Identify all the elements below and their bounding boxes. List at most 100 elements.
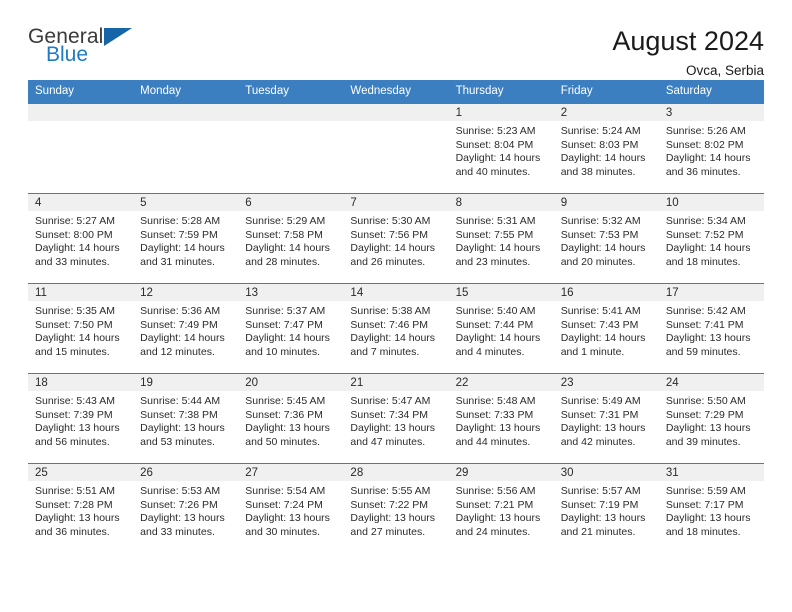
day-cell-inner: 27 Sunrise: 5:54 AM Sunset: 7:24 PM Dayligh…: [238, 464, 344, 554]
calendar-day-cell[interactable]: 25 Sunrise: 5:51 AM Sunset: 7:28 PM Dayligh…: [28, 463, 134, 554]
day-cell-details: Sunrise: 5:36 AM Sunset: 7:49 PM Daylight:…: [133, 301, 238, 359]
calendar-day-cell[interactable]: 24 Sunrise: 5:50 AM Sunset: 7:29 PM Dayligh…: [658, 373, 764, 464]
calendar-day-cell[interactable]: 2 Sunrise: 5:24 AM Sunset: 8:03 PM Daylight…: [553, 103, 659, 194]
day-number: 19: [133, 374, 239, 391]
day-cell-inner: 2 Sunrise: 5:24 AM Sunset: 8:03 PM Daylight…: [553, 104, 659, 193]
calendar-day-cell[interactable]: 27 Sunrise: 5:54 AM Sunset: 7:24 PM Dayligh…: [238, 463, 344, 554]
day-cell-details: Sunrise: 5:57 AM Sunset: 7:19 PM Daylight:…: [554, 481, 659, 539]
sunset-text: Sunset: 7:26 PM: [140, 498, 218, 511]
calendar-day-cell[interactable]: 28 Sunrise: 5:55 AM Sunset: 7:22 PM Dayligh…: [343, 463, 449, 554]
calendar-day-cell[interactable]: 17 Sunrise: 5:42 AM Sunset: 7:41 PM Dayligh…: [658, 283, 764, 374]
daylight-text: Daylight: 13 hours and 47 minutes.: [350, 422, 436, 448]
calendar-week-row: 1 Sunrise: 5:23 AM Sunset: 8:04 PM Daylight…: [28, 103, 764, 194]
calendar-day-cell[interactable]: 5 Sunrise: 5:28 AM Sunset: 7:59 PM Daylight…: [133, 193, 239, 284]
calendar-page: General Blue August 2024 Ovca, Serbia Su…: [0, 0, 792, 612]
day-cell-details: Sunrise: 5:45 AM Sunset: 7:36 PM Daylight:…: [238, 391, 343, 449]
day-number: 2: [553, 104, 659, 121]
day-cell-details: Sunrise: 5:26 AM Sunset: 8:02 PM Daylight:…: [659, 121, 764, 179]
day-cell-inner: 9 Sunrise: 5:32 AM Sunset: 7:53 PM Daylight…: [553, 194, 659, 283]
sunrise-text: Sunrise: 5:23 AM: [455, 125, 536, 137]
day-number: 31: [658, 464, 764, 481]
calendar-day-cell[interactable]: 29 Sunrise: 5:56 AM Sunset: 7:21 PM Dayligh…: [448, 463, 554, 554]
day-cell-details: Sunrise: 5:24 AM Sunset: 8:03 PM Daylight:…: [554, 121, 659, 179]
sunset-text: Sunset: 7:59 PM: [140, 228, 218, 241]
daylight-text: Daylight: 13 hours and 39 minutes.: [665, 422, 751, 448]
calendar-day-cell[interactable]: 18 Sunrise: 5:43 AM Sunset: 7:39 PM Dayligh…: [28, 373, 134, 464]
calendar-day-cell[interactable]: 4 Sunrise: 5:27 AM Sunset: 8:00 PM Daylight…: [28, 193, 134, 284]
day-cell-inner: 8 Sunrise: 5:31 AM Sunset: 7:55 PM Daylight…: [448, 194, 554, 283]
calendar-day-cell[interactable]: 21 Sunrise: 5:47 AM Sunset: 7:34 PM Dayligh…: [343, 373, 449, 464]
day-number: 29: [448, 464, 554, 481]
calendar-day-cell[interactable]: 9 Sunrise: 5:32 AM Sunset: 7:53 PM Daylight…: [553, 193, 659, 284]
sunrise-text: Sunrise: 5:26 AM: [665, 125, 746, 137]
calendar-day-cell[interactable]: 16 Sunrise: 5:41 AM Sunset: 7:43 PM Dayligh…: [553, 283, 659, 374]
sunset-text: Sunset: 7:43 PM: [560, 318, 639, 331]
daylight-text: Daylight: 13 hours and 33 minutes.: [140, 512, 225, 538]
calendar-day-cell[interactable]: 12 Sunrise: 5:36 AM Sunset: 7:49 PM Dayligh…: [133, 283, 239, 374]
calendar-day-cell[interactable]: 31 Sunrise: 5:59 AM Sunset: 7:17 PM Dayligh…: [658, 463, 764, 554]
day-cell-inner: 15 Sunrise: 5:40 AM Sunset: 7:44 PM Dayligh…: [448, 284, 554, 373]
sunset-text: Sunset: 8:02 PM: [665, 138, 744, 151]
day-number: 20: [238, 374, 344, 391]
day-cell-inner: 14 Sunrise: 5:38 AM Sunset: 7:46 PM Dayligh…: [343, 284, 449, 373]
sunrise-sunset-calendar: Sunday Monday Tuesday Wednesday Thursday Frid…: [28, 80, 764, 554]
day-cell-details: Sunrise: 5:53 AM Sunset: 7:26 PM Daylight:…: [133, 481, 238, 539]
day-number: 7: [343, 194, 449, 211]
calendar-day-cell[interactable]: 13 Sunrise: 5:37 AM Sunset: 7:47 PM Dayligh…: [238, 283, 344, 374]
day-cell-details: Sunrise: 5:54 AM Sunset: 7:24 PM Daylight:…: [238, 481, 343, 539]
calendar-day-cell[interactable]: 6 Sunrise: 5:29 AM Sunset: 7:58 PM Daylight…: [238, 193, 344, 284]
day-cell-details: Sunrise: 5:51 AM Sunset: 7:28 PM Daylight:…: [28, 481, 133, 539]
sunrise-text: Sunrise: 5:53 AM: [140, 485, 221, 497]
calendar-day-cell[interactable]: 1 Sunrise: 5:23 AM Sunset: 8:04 PM Daylight…: [448, 103, 554, 194]
calendar-day-cell[interactable]: 22 Sunrise: 5:48 AM Sunset: 7:33 PM Dayligh…: [448, 373, 554, 464]
daylight-text: Daylight: 14 hours and 38 minutes.: [560, 152, 646, 178]
calendar-day-cell[interactable]: 14 Sunrise: 5:38 AM Sunset: 7:46 PM Dayligh…: [343, 283, 449, 374]
day-cell-details: Sunrise: 5:59 AM Sunset: 7:17 PM Daylight:…: [659, 481, 764, 539]
day-cell-inner: [133, 104, 239, 193]
calendar-day-cell[interactable]: 23 Sunrise: 5:49 AM Sunset: 7:31 PM Dayligh…: [553, 373, 659, 464]
day-number: 5: [133, 194, 239, 211]
day-number: 30: [553, 464, 659, 481]
day-cell-details: Sunrise: 5:50 AM Sunset: 7:29 PM Daylight:…: [659, 391, 764, 449]
title-block: August 2024 Ovca, Serbia: [612, 26, 764, 79]
brand-logo[interactable]: General Blue: [28, 26, 148, 72]
day-cell-inner: 17 Sunrise: 5:42 AM Sunset: 7:41 PM Dayligh…: [658, 284, 764, 373]
sunset-text: Sunset: 7:56 PM: [350, 228, 429, 241]
calendar-day-cell[interactable]: 26 Sunrise: 5:53 AM Sunset: 7:26 PM Dayligh…: [133, 463, 239, 554]
calendar-day-cell[interactable]: 15 Sunrise: 5:40 AM Sunset: 7:44 PM Dayligh…: [448, 283, 554, 374]
weekday-header-thursday: Thursday: [448, 80, 554, 104]
calendar-day-cell[interactable]: 10 Sunrise: 5:34 AM Sunset: 7:52 PM Dayligh…: [658, 193, 764, 284]
calendar-day-cell[interactable]: 30 Sunrise: 5:57 AM Sunset: 7:19 PM Dayligh…: [553, 463, 659, 554]
calendar-day-cell[interactable]: 3 Sunrise: 5:26 AM Sunset: 8:02 PM Daylight…: [658, 103, 764, 194]
calendar-day-cell[interactable]: 8 Sunrise: 5:31 AM Sunset: 7:55 PM Daylight…: [448, 193, 554, 284]
calendar-week-row: 25 Sunrise: 5:51 AM Sunset: 7:28 PM Dayligh…: [28, 463, 764, 554]
day-cell-inner: 28 Sunrise: 5:55 AM Sunset: 7:22 PM Dayligh…: [343, 464, 449, 554]
day-cell-details: Sunrise: 5:32 AM Sunset: 7:53 PM Daylight:…: [554, 211, 659, 269]
day-cell-inner: 10 Sunrise: 5:34 AM Sunset: 7:52 PM Dayligh…: [658, 194, 764, 283]
calendar-week-row: 18 Sunrise: 5:43 AM Sunset: 7:39 PM Dayligh…: [28, 373, 764, 464]
location-subtitle: Ovca, Serbia: [685, 63, 764, 79]
day-number: 18: [28, 374, 134, 391]
sunset-text: Sunset: 7:17 PM: [665, 498, 744, 511]
sunrise-text: Sunrise: 5:29 AM: [245, 215, 326, 227]
day-number: 1: [448, 104, 554, 121]
day-cell-inner: 1 Sunrise: 5:23 AM Sunset: 8:04 PM Daylight…: [448, 104, 554, 193]
sunset-text: Sunset: 8:04 PM: [455, 138, 534, 151]
day-number: 26: [133, 464, 239, 481]
day-number: 23: [553, 374, 659, 391]
calendar-day-cell[interactable]: 19 Sunrise: 5:44 AM Sunset: 7:38 PM Dayligh…: [133, 373, 239, 464]
sunrise-text: Sunrise: 5:41 AM: [560, 305, 641, 317]
daylight-text: Daylight: 14 hours and 40 minutes.: [455, 152, 541, 178]
daylight-text: Daylight: 13 hours and 59 minutes.: [665, 332, 751, 358]
day-cell-details: Sunrise: 5:48 AM Sunset: 7:33 PM Daylight:…: [449, 391, 554, 449]
sunset-text: Sunset: 7:53 PM: [560, 228, 639, 241]
daylight-text: Daylight: 14 hours and 1 minute.: [560, 332, 646, 358]
calendar-day-cell[interactable]: 7 Sunrise: 5:30 AM Sunset: 7:56 PM Daylight…: [343, 193, 449, 284]
calendar-day-cell[interactable]: 11 Sunrise: 5:35 AM Sunset: 7:50 PM Dayligh…: [28, 283, 134, 374]
day-number: 17: [658, 284, 764, 301]
day-cell-inner: 18 Sunrise: 5:43 AM Sunset: 7:39 PM Dayligh…: [28, 374, 134, 463]
day-number: [133, 104, 239, 121]
calendar-day-cell[interactable]: 20 Sunrise: 5:45 AM Sunset: 7:36 PM Dayligh…: [238, 373, 344, 464]
day-cell-inner: 30 Sunrise: 5:57 AM Sunset: 7:19 PM Dayligh…: [553, 464, 659, 554]
day-cell-details: Sunrise: 5:34 AM Sunset: 7:52 PM Daylight:…: [659, 211, 764, 269]
